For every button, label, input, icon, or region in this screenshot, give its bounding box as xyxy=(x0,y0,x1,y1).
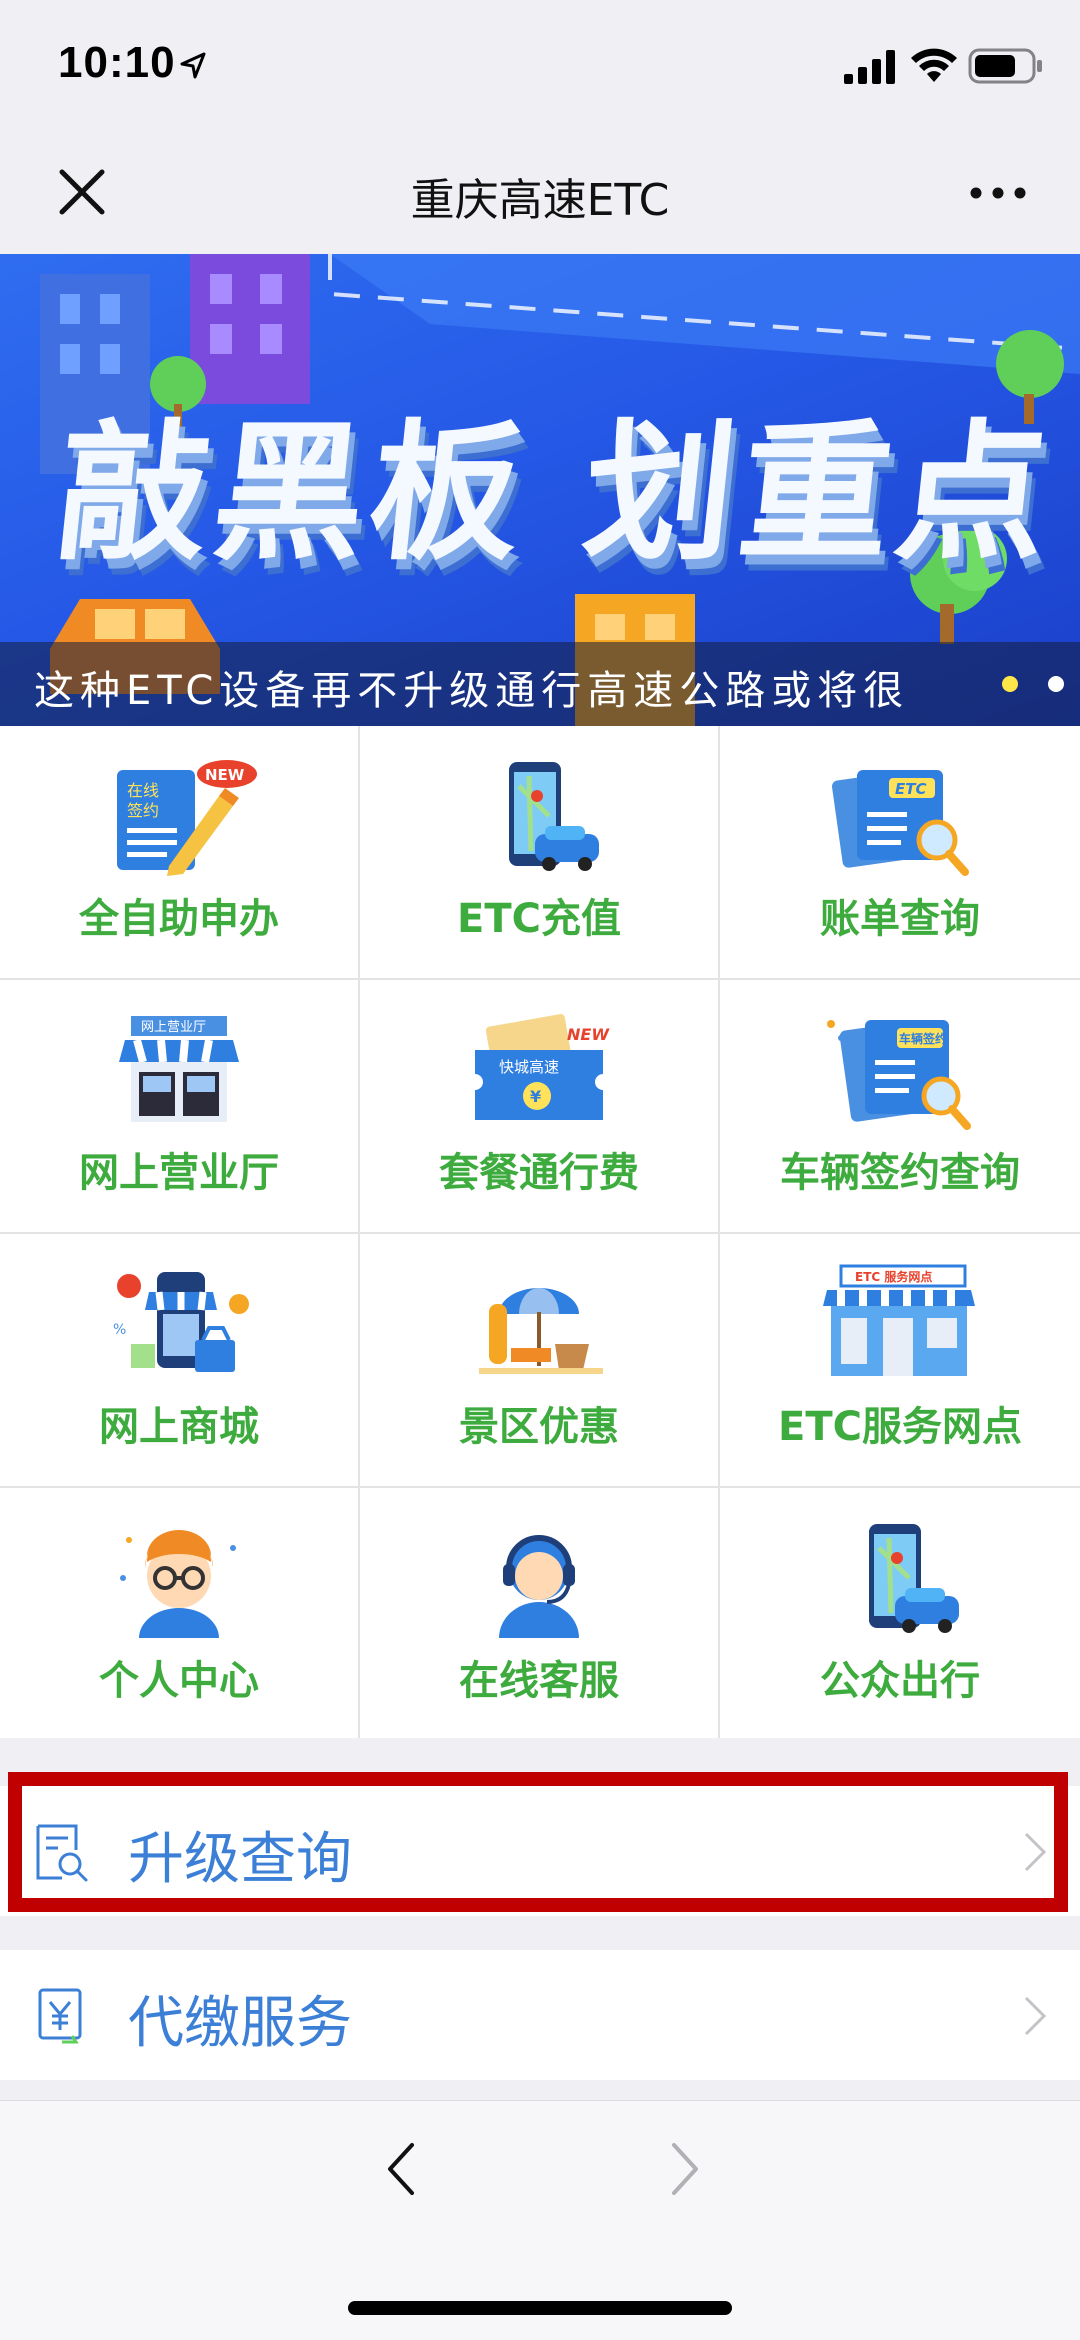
grid-item-online-mall[interactable]: % 网上商城 xyxy=(0,1234,360,1488)
self-service-apply-icon: 在线 签约 NEW xyxy=(117,760,257,876)
chevron-right-icon xyxy=(1024,1996,1047,2036)
highlight-box xyxy=(8,1772,1068,1912)
grid-item-label: 车辆签约查询 xyxy=(780,1150,1020,1196)
payment-service-label: 代缴服务 xyxy=(128,1991,352,2056)
status-bar: 10:10 xyxy=(0,0,1080,130)
grid-item-label: 景区优惠 xyxy=(459,1404,619,1450)
banner-carousel[interactable]: 敲黑板 划重点 这种ETC设备再不升级通行高速公路或将很 xyxy=(0,254,1080,726)
grid-item-public-travel[interactable]: 公众出行 xyxy=(720,1488,1080,1738)
banner-caption-bar: 这种ETC设备再不升级通行高速公路或将很 xyxy=(0,642,1080,726)
grid-item-label: 账单查询 xyxy=(820,896,980,942)
home-indicator[interactable] xyxy=(348,2301,732,2315)
grid-item-vehicle-contract[interactable]: 车辆签约 车辆签约查询 xyxy=(720,980,1080,1234)
public-travel-icon xyxy=(869,1524,959,1633)
yuan-payment-icon xyxy=(38,1988,82,2044)
location-arrow-icon xyxy=(180,52,206,79)
sign-text-1: 在线 xyxy=(127,781,159,800)
battery-icon xyxy=(968,48,1042,84)
grid-item-toll-package[interactable]: 快城高速 ¥ NEW 套餐通行费 xyxy=(360,980,720,1234)
grid-item-label: ETC服务网点 xyxy=(778,1404,1022,1450)
section-gap xyxy=(0,1738,1080,1768)
browser-toolbar xyxy=(0,2100,1080,2340)
carousel-dot-active[interactable] xyxy=(1002,676,1018,692)
new-badge-text: NEW xyxy=(205,766,245,784)
wifi-icon xyxy=(911,48,957,82)
grid-item-service-outlet[interactable]: ETC 服务网点 ETC服务网点 xyxy=(720,1234,1080,1488)
grid-item-label: 网上商城 xyxy=(99,1404,259,1450)
grid-item-scenic-discount[interactable]: 景区优惠 xyxy=(360,1234,720,1488)
svg-text:¥: ¥ xyxy=(530,1087,541,1106)
cellular-signal-icon xyxy=(844,50,895,84)
online-hall-icon: 网上营业厅 xyxy=(119,1016,239,1122)
forward-arrow-icon[interactable] xyxy=(664,2141,704,2197)
page-title: 重庆高速ETC xyxy=(410,175,670,226)
grid-item-label: 公众出行 xyxy=(820,1658,980,1704)
vehicle-contract-icon: 车辆签约 xyxy=(827,1020,971,1130)
customer-service-icon xyxy=(499,1535,579,1638)
carousel-dot[interactable] xyxy=(1048,676,1064,692)
grid-item-label: ETC充值 xyxy=(457,896,621,942)
toll-package-icon: 快城高速 ¥ NEW xyxy=(475,1014,610,1120)
online-mall-icon: % xyxy=(113,1272,249,1372)
grid-item-label: 在线客服 xyxy=(459,1658,619,1704)
banner-headline: 敲黑板 划重点 xyxy=(49,407,1062,581)
grid-item-bill-query[interactable]: ETC 账单查询 xyxy=(720,726,1080,980)
personal-center-icon xyxy=(120,1530,236,1638)
grid-item-label: 全自助申办 xyxy=(79,896,279,942)
hall-sign-text: 网上营业厅 xyxy=(141,1020,206,1035)
sign-text-2: 签约 xyxy=(127,801,159,820)
grid-item-online-hall[interactable]: 网上营业厅 网上营业厅 xyxy=(0,980,360,1234)
nav-bar: 重庆高速ETC xyxy=(0,130,1080,255)
etc-recharge-icon xyxy=(509,762,599,871)
grid-item-customer-service[interactable]: 在线客服 xyxy=(360,1488,720,1738)
grid-item-label: 个人中心 xyxy=(99,1658,259,1704)
grid-item-label: 网上营业厅 xyxy=(79,1150,279,1196)
service-outlet-icon: ETC 服务网点 xyxy=(823,1264,975,1376)
new-badge-text: NEW xyxy=(567,1025,610,1044)
bill-query-icon: ETC xyxy=(831,770,969,876)
outlet-sign-text: ETC 服务网点 xyxy=(855,1269,932,1284)
status-time: 10:10 xyxy=(58,38,176,87)
contract-badge-text: 车辆签约 xyxy=(899,1031,947,1046)
grid-item-self-service-apply[interactable]: 在线 签约 NEW 全自助申办 xyxy=(0,726,360,980)
grid-item-etc-recharge[interactable]: ETC充值 xyxy=(360,726,720,980)
service-grid: 在线 签约 NEW 全自助申办 ETC充值 ETC 账单查询 网上营业厅 网上营… xyxy=(0,726,1080,1738)
toll-ticket-text: 快城高速 xyxy=(499,1058,559,1076)
back-arrow-icon[interactable] xyxy=(382,2141,422,2197)
grid-item-label: 套餐通行费 xyxy=(439,1150,639,1196)
grid-item-personal-center[interactable]: 个人中心 xyxy=(0,1488,360,1738)
more-options-icon[interactable] xyxy=(968,178,1028,208)
etc-badge-text: ETC xyxy=(895,780,927,798)
payment-service-row[interactable]: 代缴服务 xyxy=(0,1950,1080,2080)
scenic-discount-icon xyxy=(479,1288,603,1374)
banner-caption: 这种ETC设备再不升级通行高速公路或将很 xyxy=(34,668,910,714)
svg-text:%: % xyxy=(113,1322,126,1338)
